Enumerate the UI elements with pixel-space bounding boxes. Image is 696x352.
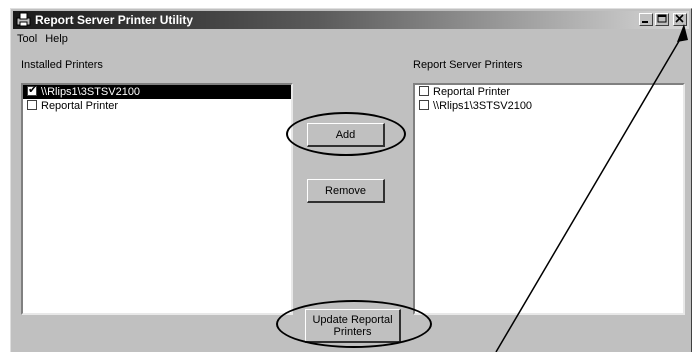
annotation-arrow (495, 24, 688, 352)
